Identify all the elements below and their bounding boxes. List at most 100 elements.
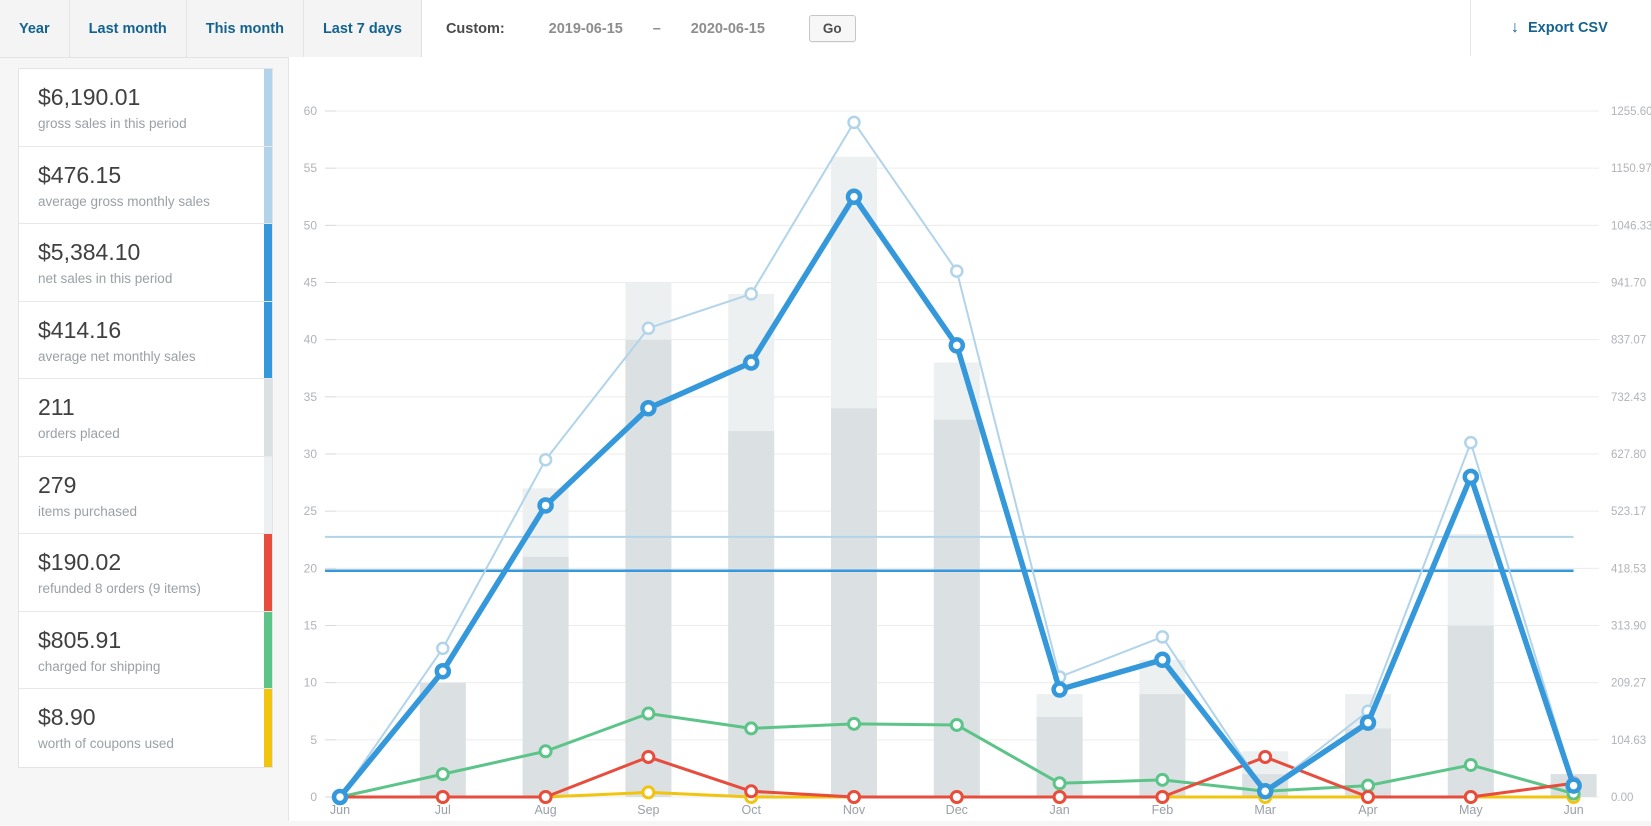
point-net-sales-amount-Jul[interactable] [437,665,449,677]
point-gross-sales-amount-Nov[interactable] [849,117,860,128]
legend-value: $6,190.01 [38,84,246,111]
legend-row-items-purchased: 279items purchased [19,457,272,535]
right-axis-label: 1255.60 [1611,106,1651,118]
left-axis-label: 60 [304,104,318,118]
point-refund-amount-Mar[interactable] [1260,751,1271,762]
legend-label: average gross monthly sales [38,194,246,209]
point-shipping-amount-Sep[interactable] [643,708,654,719]
point-shipping-amount-Oct[interactable] [746,723,757,734]
bar-orders-placed[interactable] [934,420,980,797]
point-shipping-amount-Apr[interactable] [1363,780,1374,791]
legend-value: $5,384.10 [38,239,246,266]
point-net-sales-amount-Sep[interactable] [642,402,654,414]
legend-label: average net monthly sales [38,349,246,364]
legend-accent-strip [264,302,272,379]
tab-this-month[interactable]: This month [187,0,304,57]
legend-accent-strip [264,457,272,534]
legend-accent-strip [264,689,272,767]
point-net-sales-amount-Feb[interactable] [1156,654,1168,666]
date-to-input[interactable]: 2020-06-15 [683,17,773,41]
point-refund-amount-Nov[interactable] [849,792,860,803]
x-axis-label-Apr-10: Apr [1358,803,1377,817]
point-net-sales-amount-Jan[interactable] [1054,684,1066,696]
tab-last-month[interactable]: Last month [70,0,187,57]
legend-value: $805.91 [38,627,246,654]
point-refund-amount-Apr[interactable] [1363,792,1374,803]
x-axis-label-Nov-5: Nov [843,803,866,817]
point-gross-sales-amount-Sep[interactable] [643,323,654,334]
point-refund-amount-Sep[interactable] [643,751,654,762]
right-axis-label: 732.43 [1611,392,1646,404]
point-gross-sales-amount-May[interactable] [1465,437,1476,448]
legend-value: $190.02 [38,549,246,576]
export-csv-label: Export CSV [1528,20,1608,36]
point-gross-sales-amount-Feb[interactable] [1157,631,1168,642]
point-refund-amount-May[interactable] [1465,792,1476,803]
legend-row-net-sales: $5,384.10net sales in this period [19,224,272,302]
point-net-sales-amount-Oct[interactable] [745,357,757,369]
report-range-toolbar: YearLast monthThis monthLast 7 days Cust… [0,0,1651,58]
point-shipping-amount-May[interactable] [1465,759,1476,770]
x-axis-label-Jan-7: Jan [1050,803,1070,817]
x-axis-label-Sep-3: Sep [637,803,659,817]
point-shipping-amount-Feb[interactable] [1157,774,1168,785]
point-net-sales-amount-Apr[interactable] [1362,717,1374,729]
legend-label: worth of coupons used [38,736,246,751]
legend-value: $476.15 [38,162,246,189]
point-gross-sales-amount-Dec[interactable] [951,266,962,277]
point-gross-sales-amount-Jul[interactable] [437,643,448,654]
left-axis-label: 30 [304,447,318,461]
point-net-sales-amount-Aug[interactable] [540,499,552,511]
right-axis-label: 313.90 [1611,621,1646,633]
point-refund-amount-Jul[interactable] [437,792,448,803]
point-net-sales-amount-May[interactable] [1465,471,1477,483]
left-axis-label: 45 [304,276,318,290]
sales-chart: 00.005104.6310209.2715313.9020418.532552… [289,57,1651,821]
point-net-sales-amount-Mar[interactable] [1259,785,1271,797]
left-axis-label: 40 [304,333,318,347]
point-shipping-amount-Jan[interactable] [1054,778,1065,789]
point-gross-sales-amount-Aug[interactable] [540,454,551,465]
tab-last-7-days[interactable]: Last 7 days [304,0,421,57]
right-axis-label: 209.27 [1611,678,1646,690]
point-net-sales-amount-Dec[interactable] [951,339,963,351]
date-from-input[interactable]: 2019-06-15 [541,17,631,41]
legend-accent-strip [264,379,272,456]
sales-chart-panel: 00.005104.6310209.2715313.9020418.532552… [289,57,1651,821]
left-axis-label: 10 [304,676,318,690]
right-axis-label: 418.53 [1611,563,1646,575]
right-axis-label: 523.17 [1611,506,1646,518]
point-refund-amount-Feb[interactable] [1157,792,1168,803]
point-shipping-amount-Aug[interactable] [540,746,551,757]
point-refund-amount-Jan[interactable] [1054,792,1065,803]
legend-accent-strip [264,612,272,689]
point-shipping-amount-Dec[interactable] [951,719,962,730]
right-axis-label: 104.63 [1611,735,1646,747]
left-axis-label: 55 [304,161,318,175]
point-refund-amount-Dec[interactable] [951,792,962,803]
point-refund-amount-Oct[interactable] [746,786,757,797]
report-sidebar-legend: $6,190.01gross sales in this period$476.… [18,68,273,768]
legend-label: refunded 8 orders (9 items) [38,581,246,596]
point-shipping-amount-Jul[interactable] [437,769,448,780]
left-axis-label: 35 [304,390,318,404]
bar-orders-placed[interactable] [523,557,569,797]
custom-range-label: Custom: [446,21,505,37]
legend-row-average-net: $414.16average net monthly sales [19,302,272,380]
bar-orders-placed[interactable] [831,408,877,797]
x-axis-label-Mar-9: Mar [1254,803,1276,817]
legend-row-worth-of: $8.90worth of coupons used [19,689,272,767]
point-net-sales-amount-Jun[interactable] [1568,780,1580,792]
tab-year[interactable]: Year [0,0,70,57]
point-refund-amount-Aug[interactable] [540,792,551,803]
point-shipping-amount-Nov[interactable] [849,718,860,729]
export-csv-button[interactable]: ↓ Export CSV [1470,0,1651,56]
point-gross-sales-amount-Oct[interactable] [746,288,757,299]
point-net-sales-amount-Nov[interactable] [848,191,860,203]
go-button[interactable]: Go [809,15,856,42]
legend-accent-strip [264,534,272,611]
bar-orders-placed[interactable] [728,431,774,797]
point-net-sales-amount-Jun[interactable] [334,791,346,803]
point-coupon-amount-Sep[interactable] [643,787,654,798]
legend-accent-strip [264,69,272,146]
